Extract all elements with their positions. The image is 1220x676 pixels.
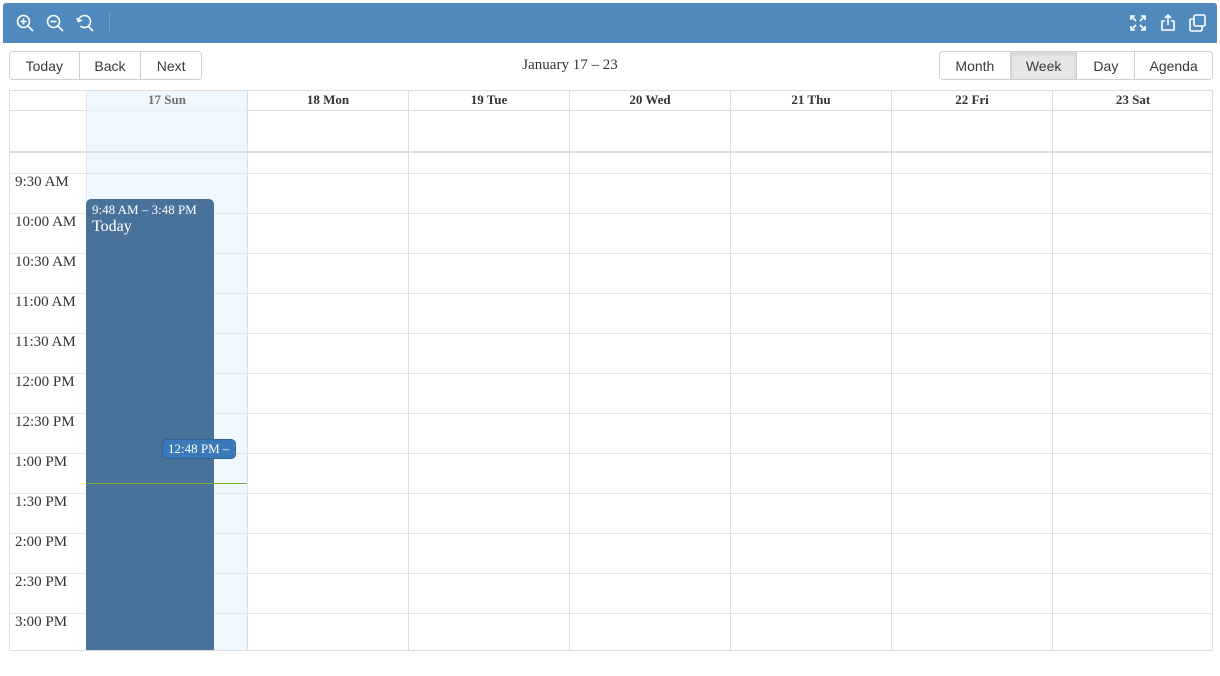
copy-icon[interactable] bbox=[1188, 13, 1208, 33]
zoom-out-icon[interactable] bbox=[45, 13, 65, 33]
day-header-mon[interactable]: 18 Mon bbox=[247, 91, 408, 111]
time-gutter: 9:30 AM 10:00 AM 10:30 AM 11:00 AM 11:30… bbox=[10, 153, 86, 650]
event-time: 9:48 AM – 3:48 PM bbox=[92, 202, 197, 217]
time-label: 12:00 PM bbox=[15, 374, 75, 390]
time-label: 2:00 PM bbox=[15, 534, 68, 550]
toolbar bbox=[3, 3, 1217, 43]
time-label: 1:30 PM bbox=[15, 494, 68, 510]
event-secondary[interactable]: 12:48 PM – 1 bbox=[162, 439, 236, 459]
nav-button-group: Today Back Next bbox=[9, 51, 202, 80]
slot-divider bbox=[10, 173, 1212, 174]
day-header-thu[interactable]: 21 Thu bbox=[730, 91, 891, 111]
all-day-cell[interactable] bbox=[730, 111, 891, 151]
fullscreen-icon[interactable] bbox=[1128, 13, 1148, 33]
day-header-row: 17 Sun 18 Mon 19 Tue 20 Wed 21 Thu 22 Fr… bbox=[10, 91, 1212, 111]
view-month-button[interactable]: Month bbox=[940, 52, 1010, 79]
day-header-sat[interactable]: 23 Sat bbox=[1052, 91, 1212, 111]
day-column-thu[interactable] bbox=[730, 153, 891, 650]
all-day-cell[interactable] bbox=[247, 111, 408, 151]
view-week-button[interactable]: Week bbox=[1009, 52, 1077, 79]
all-day-row bbox=[10, 111, 1212, 153]
all-day-cell[interactable] bbox=[86, 111, 247, 151]
day-column-mon[interactable] bbox=[247, 153, 408, 650]
time-label: 10:30 AM bbox=[15, 254, 77, 270]
view-agenda-button[interactable]: Agenda bbox=[1134, 52, 1212, 79]
time-label: 12:30 PM bbox=[15, 414, 75, 430]
toolbar-separator bbox=[109, 13, 110, 33]
date-range-label: January 17 – 23 bbox=[522, 57, 618, 73]
event-today[interactable]: 9:48 AM – 3:48 PM Today bbox=[86, 199, 214, 650]
all-day-cell[interactable] bbox=[1052, 111, 1212, 151]
time-label: 1:00 PM bbox=[15, 454, 68, 470]
day-column-tue[interactable] bbox=[408, 153, 569, 650]
day-column-wed[interactable] bbox=[569, 153, 730, 650]
view-button-group: Month Week Day Agenda bbox=[939, 51, 1213, 80]
back-button[interactable]: Back bbox=[78, 52, 141, 79]
day-header-sun[interactable]: 17 Sun bbox=[86, 91, 247, 111]
event-title: Today bbox=[92, 218, 132, 235]
time-label: 11:00 AM bbox=[15, 294, 76, 310]
week-calendar: 17 Sun 18 Mon 19 Tue 20 Wed 21 Thu 22 Fr… bbox=[9, 90, 1213, 651]
time-label: 3:00 PM bbox=[15, 614, 68, 630]
all-day-cell[interactable] bbox=[569, 111, 730, 151]
day-column-sat[interactable] bbox=[1052, 153, 1212, 650]
time-label: 11:30 AM bbox=[15, 334, 76, 350]
time-grid: 9:30 AM 10:00 AM 10:30 AM 11:00 AM 11:30… bbox=[10, 153, 1212, 650]
all-day-cell[interactable] bbox=[408, 111, 569, 151]
day-header-wed[interactable]: 20 Wed bbox=[569, 91, 730, 111]
time-label: 2:30 PM bbox=[15, 574, 68, 590]
zoom-in-icon[interactable] bbox=[15, 13, 35, 33]
day-header-fri[interactable]: 22 Fri bbox=[891, 91, 1052, 111]
time-label: 10:00 AM bbox=[15, 214, 77, 230]
next-button[interactable]: Next bbox=[140, 52, 201, 79]
today-button[interactable]: Today bbox=[10, 52, 79, 79]
day-header-tue[interactable]: 19 Tue bbox=[408, 91, 569, 111]
current-time-indicator bbox=[86, 483, 247, 484]
share-icon[interactable] bbox=[1158, 13, 1178, 33]
day-column-fri[interactable] bbox=[891, 153, 1052, 650]
view-day-button[interactable]: Day bbox=[1076, 52, 1135, 79]
time-label: 9:30 AM bbox=[15, 174, 69, 190]
reset-zoom-icon[interactable] bbox=[75, 13, 95, 33]
event-time: 12:48 PM – 1 bbox=[168, 441, 236, 456]
all-day-cell[interactable] bbox=[891, 111, 1052, 151]
